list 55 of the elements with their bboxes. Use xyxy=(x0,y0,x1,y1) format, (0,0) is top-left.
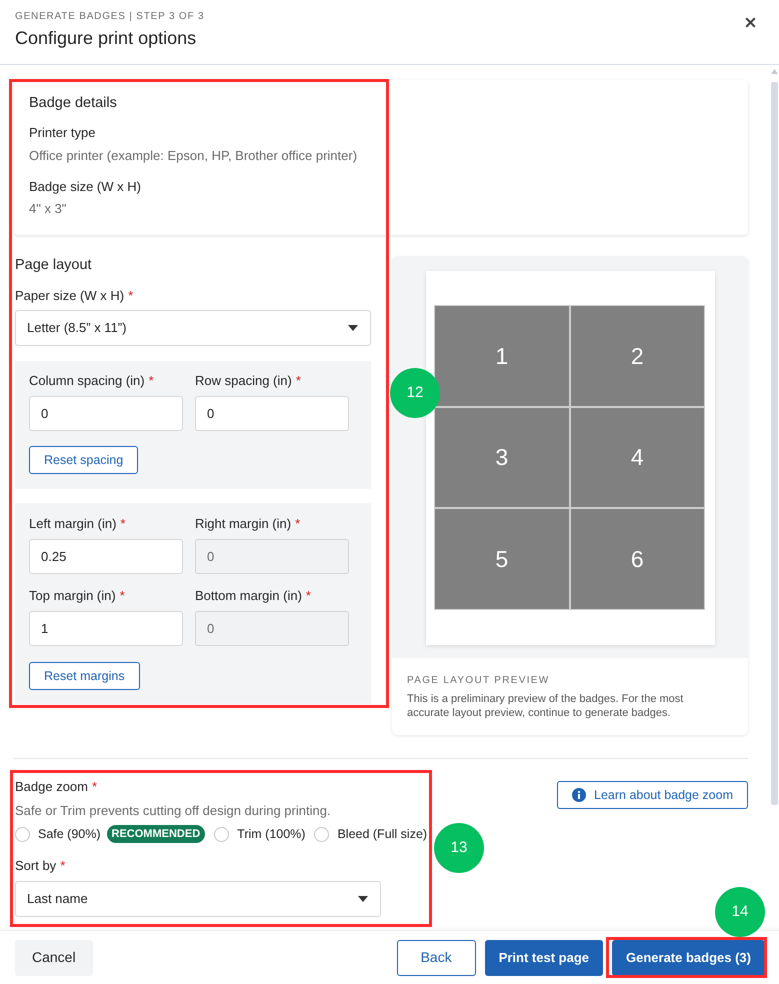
scrollbar-thumb[interactable] xyxy=(771,82,778,805)
text-input[interactable]: 0.25 xyxy=(29,539,183,574)
recommended-tag: RECOMMENDED xyxy=(106,825,206,843)
detail-value: Office printer (example: Epson, HP, Brother office printer) xyxy=(29,147,358,164)
primary-button[interactable]: Generate badges (3) xyxy=(612,940,765,976)
field-label: Paper size (W x H) * xyxy=(15,287,134,304)
info-icon xyxy=(572,788,586,802)
text-input[interactable]: 0 xyxy=(195,396,349,431)
field-label: Column spacing (in) * xyxy=(29,372,154,389)
learn-more-button[interactable]: Learn about badge zoom xyxy=(557,781,748,809)
dropdown-select[interactable]: Letter (8.5” x 11”) xyxy=(15,310,371,346)
primary-button[interactable]: Print test page xyxy=(484,940,603,976)
step-indicator: GENERATE BADGES | STEP 3 OF 3 xyxy=(15,10,204,24)
section-title: Badge details xyxy=(29,94,117,112)
badge-slot: 1 xyxy=(435,306,568,406)
radio-button[interactable] xyxy=(314,826,330,842)
dropdown-select[interactable]: Last name xyxy=(15,881,381,917)
cancel-button[interactable]: Cancel xyxy=(15,940,93,976)
section-title: Page layout xyxy=(15,256,92,274)
step-marker: 13 xyxy=(434,823,484,873)
detail-value: 4" x 3" xyxy=(29,200,66,217)
field-label: Sort by * xyxy=(15,857,66,874)
field-label: Bottom margin (in) * xyxy=(195,587,311,604)
radio-label[interactable]: Safe (90%) xyxy=(38,826,101,842)
field-label: Right margin (in) * xyxy=(195,515,300,532)
badge-slot: 4 xyxy=(570,408,704,508)
reset-button[interactable]: Reset margins xyxy=(29,662,140,690)
badge-slot: 2 xyxy=(570,306,704,406)
field-label: Top margin (in) * xyxy=(29,587,125,604)
step-marker: 14 xyxy=(715,887,765,937)
close-icon xyxy=(743,15,758,30)
reset-button[interactable]: Reset spacing xyxy=(29,446,138,474)
caret-down-icon xyxy=(348,325,358,331)
radio-label[interactable]: Bleed (Full size) xyxy=(337,826,428,842)
back-button[interactable]: Back xyxy=(396,940,476,976)
preview-caption: This is a preliminary preview of the badges. For the most accurate layout preview, continue to generate badges. xyxy=(407,692,684,720)
detail-label: Printer type xyxy=(29,124,96,141)
detail-label: Badge size (W x H) xyxy=(29,178,141,195)
radio-button[interactable] xyxy=(15,826,30,842)
close-button[interactable] xyxy=(743,15,758,30)
dialog-title: Configure print options xyxy=(15,27,196,49)
scroll-up-icon[interactable] xyxy=(771,69,778,74)
caret-down-icon xyxy=(358,896,368,902)
field-label: Badge zoom * xyxy=(15,778,98,795)
badge-slot: 3 xyxy=(435,408,568,508)
text-input[interactable]: 1 xyxy=(29,611,183,646)
badge-slot: 5 xyxy=(435,509,568,609)
field-label: Left margin (in) * xyxy=(29,515,126,532)
hint-text: Safe or Trim prevents cutting off design during printing. xyxy=(15,802,331,819)
radio-button[interactable] xyxy=(214,826,230,842)
preview-caption-title: PAGE LAYOUT PREVIEW xyxy=(407,674,550,688)
radio-label[interactable]: Trim (100%) xyxy=(237,826,306,842)
field-label: Row spacing (in) * xyxy=(195,372,301,389)
text-input[interactable]: 0 xyxy=(29,396,183,431)
badge-slot: 6 xyxy=(570,509,704,609)
